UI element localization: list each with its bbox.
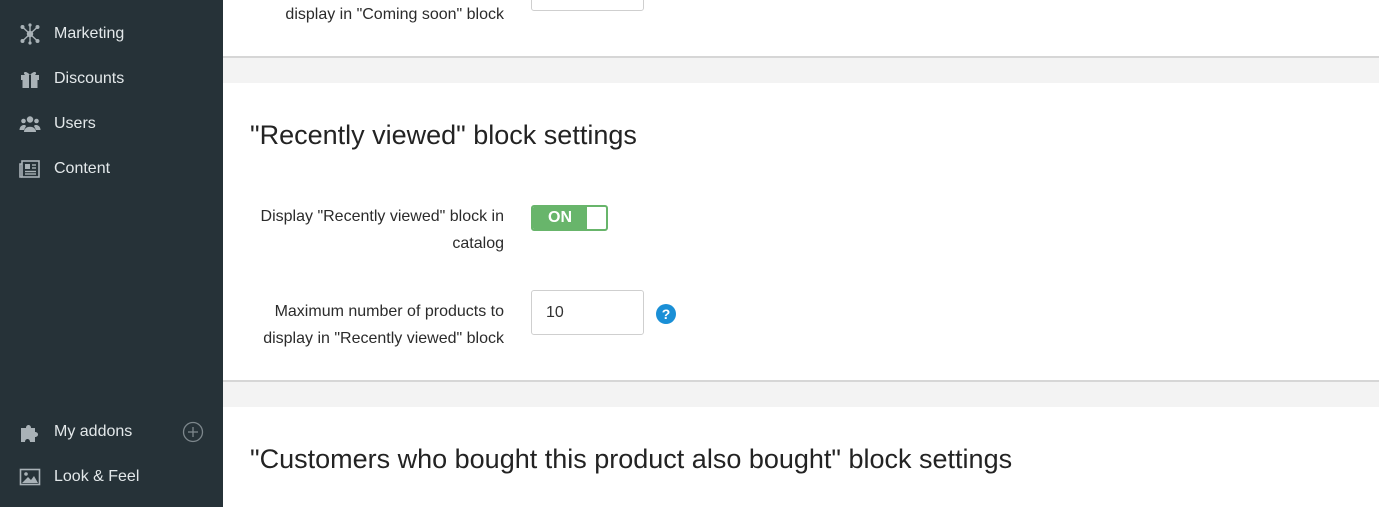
display-recently-viewed-toggle[interactable]: ON [531,205,608,231]
sidebar-item-content[interactable]: Content [0,149,223,189]
coming-soon-settings-panel: display in "Coming soon" block [223,0,1379,58]
sidebar-item-marketing[interactable]: Marketing [0,14,223,54]
max-products-input[interactable] [531,290,644,335]
sidebar-item-users[interactable]: Users [0,104,223,144]
marketing-icon [19,23,41,45]
section-title: "Recently viewed" block settings [250,120,637,150]
sidebar: Marketing Discounts Users Content My add… [0,0,223,507]
section-title: "Customers who bought this product also … [250,444,1013,474]
sidebar-item-discounts[interactable]: Discounts [0,59,223,99]
plus-circle-icon [182,421,204,443]
content-icon [19,158,41,180]
gift-icon [19,68,41,90]
add-addon-button[interactable] [182,421,204,443]
max-products-label: Maximum number of products to display in… [263,303,504,347]
sidebar-item-label: Discounts [54,70,125,87]
sidebar-item-label: Content [54,160,111,177]
sidebar-item-look-and-feel[interactable]: Look & Feel [0,457,223,497]
sidebar-item-label: Users [54,115,96,132]
coming-soon-max-input[interactable] [531,0,644,11]
sidebar-item-label: My addons [54,423,133,440]
sidebar-item-label: Marketing [54,25,125,42]
image-icon [19,466,41,488]
customers-also-bought-panel: "Customers who bought this product also … [223,407,1379,507]
toggle-on-label: ON [533,207,587,229]
display-recently-viewed-label: Display "Recently viewed" block in catal… [260,208,504,252]
sidebar-item-my-addons[interactable]: My addons [0,412,223,452]
sidebar-item-label: Look & Feel [54,468,140,485]
coming-soon-label: display in "Coming soon" block [285,6,504,23]
puzzle-icon [19,421,41,443]
help-icon[interactable]: ? [656,304,676,324]
users-icon [19,113,41,135]
recently-viewed-settings-panel: "Recently viewed" block settings Display… [223,83,1379,382]
